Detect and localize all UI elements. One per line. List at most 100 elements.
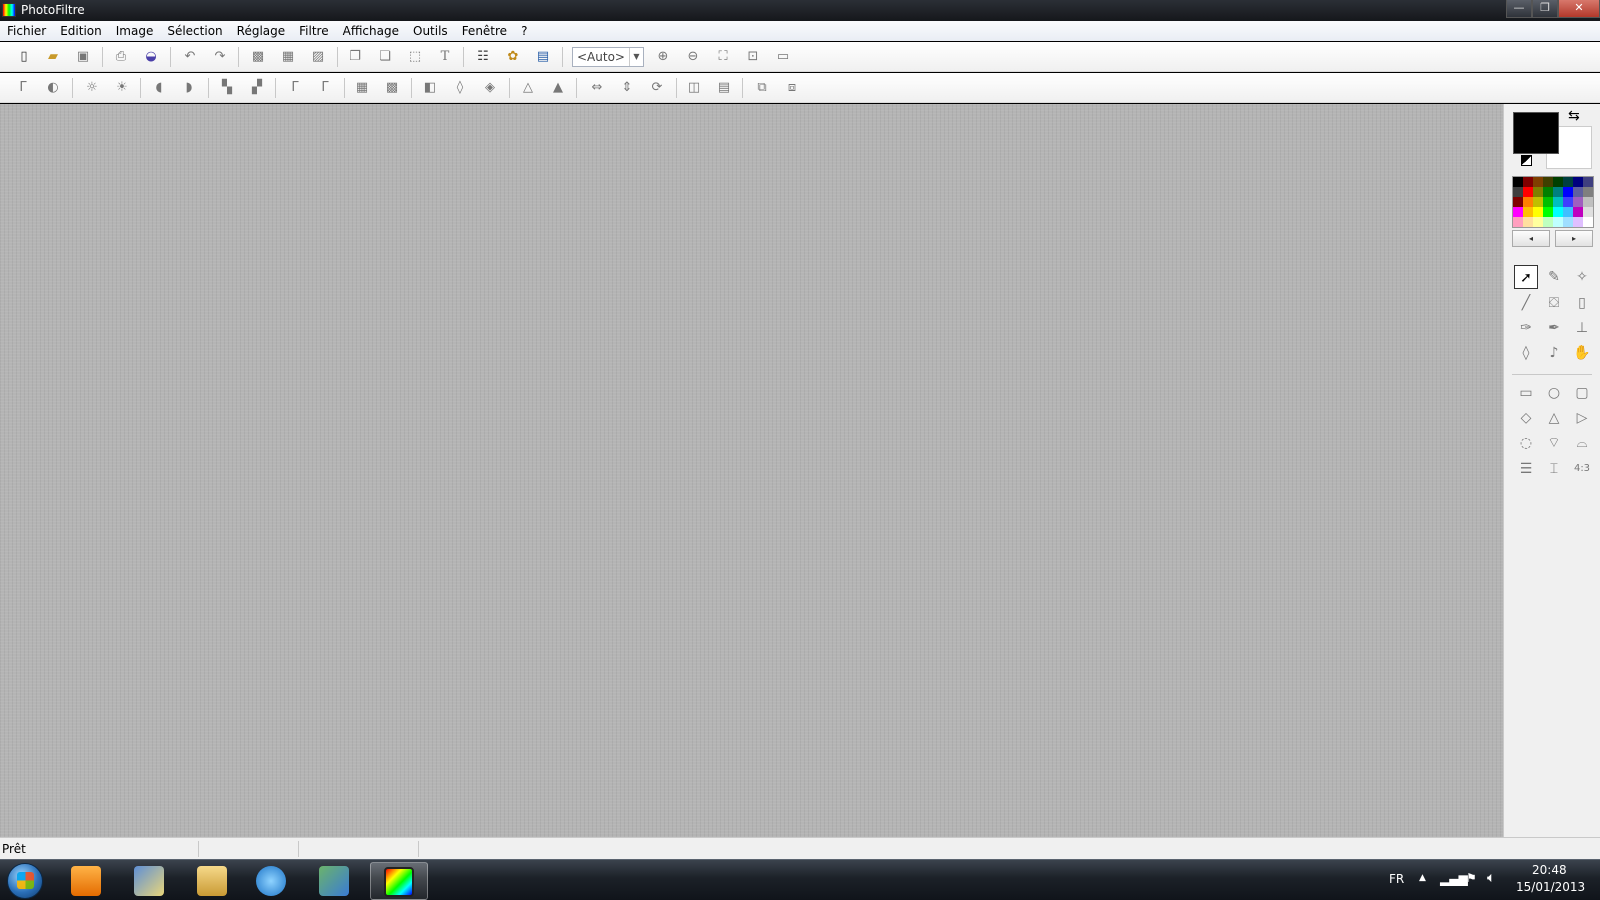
window-icon[interactable]: ▤ [533,47,553,67]
color-picker-icon[interactable]: ✎ [1542,265,1566,289]
sharpen-icon[interactable]: △ [518,78,538,98]
saturation-minus-icon[interactable]: ▚ [217,78,237,98]
open-shape-icon[interactable]: ⌓ [1570,431,1594,455]
taskbar-photofiltre[interactable] [370,862,428,900]
foreground-color-swatch[interactable] [1513,112,1559,154]
diamond-shape-icon[interactable]: ◇ [1514,406,1538,430]
action-center-icon[interactable]: ⚑ [1466,871,1477,885]
clone-stamp-icon[interactable]: ⊥ [1570,316,1594,340]
contrast-plus-icon[interactable]: ◗ [179,78,199,98]
invert-icon[interactable]: ◧ [420,78,440,98]
advanced-brush-icon[interactable]: ✒ [1542,316,1566,340]
maximize-button[interactable]: ❐ [1532,0,1558,18]
rounded-rect-shape-icon[interactable]: ▢ [1570,381,1594,405]
menu-filtre[interactable]: Filtre [294,24,333,38]
actual-size-icon[interactable]: ⊡ [743,47,763,67]
triangle-shape-icon[interactable]: △ [1542,406,1566,430]
fit-icon[interactable]: ⛶ [713,47,733,67]
clock-time[interactable]: 20:48 [1532,863,1567,877]
palette-swatch[interactable] [1573,207,1583,217]
palette-swatch[interactable] [1583,187,1593,197]
magic-wand-icon[interactable]: ✧ [1570,265,1594,289]
palette-swatch[interactable] [1543,197,1553,207]
menu-reglage[interactable]: Réglage [232,24,291,38]
taskbar-file-explorer[interactable] [184,862,242,900]
pattern-icon[interactable]: ▦ [278,47,298,67]
chevron-down-icon[interactable]: ▼ [629,48,643,66]
menu-image[interactable]: Image [111,24,159,38]
palette-swatch[interactable] [1543,177,1553,187]
palette-swatch[interactable] [1563,177,1573,187]
palette-swatch[interactable] [1513,197,1523,207]
palette-swatch[interactable] [1573,177,1583,187]
select-arrow-icon[interactable]: ➚ [1514,265,1538,289]
volume-icon[interactable]: 🔈︎ [1487,870,1495,886]
taskbar-media-player[interactable] [58,862,116,900]
gamma-plus-icon[interactable]: Γ [315,78,335,98]
palette-swatch[interactable] [1523,197,1533,207]
grayscale-icon[interactable]: ▦ [352,78,372,98]
taskbar-photo-gallery[interactable] [121,862,179,900]
palette-swatch[interactable] [1543,207,1553,217]
brightness-minus-icon[interactable]: ☼ [82,78,102,98]
crop-icon[interactable]: ⬚ [405,47,425,67]
palette-swatch[interactable] [1583,197,1593,207]
palette-swatch[interactable] [1553,217,1563,227]
polygon-lasso-icon[interactable]: ⌔ [1542,431,1566,455]
menu-affichage[interactable]: Affichage [338,24,404,38]
start-button[interactable] [7,863,43,899]
mask-icon[interactable]: ⧈ [782,78,802,98]
menu-edition[interactable]: Edition [55,24,107,38]
palette-swatch[interactable] [1573,187,1583,197]
taskbar-network-users[interactable] [306,862,364,900]
print-icon[interactable]: ⎙ [111,47,131,67]
palette-swatch[interactable] [1553,197,1563,207]
palette-swatch[interactable] [1523,187,1533,197]
save-icon[interactable]: ▣ [73,47,93,67]
arrow-shape-icon[interactable]: ▷ [1570,406,1594,430]
canvas-size-icon[interactable]: ▤ [714,78,734,98]
flip-vertical-icon[interactable]: ⇕ [617,78,637,98]
palette-swatch[interactable] [1513,187,1523,197]
palette-swatch[interactable] [1513,217,1523,227]
text-icon[interactable]: T [435,47,455,67]
gamma-minus-icon[interactable]: Γ [285,78,305,98]
palette-swatch[interactable] [1573,197,1583,207]
new-icon[interactable]: ▯ [14,47,34,67]
selection-all-icon[interactable]: ☰ [1514,457,1538,481]
smudge-icon[interactable]: ♪ [1542,341,1566,365]
palette-swatch[interactable] [1553,177,1563,187]
palette-swatch[interactable] [1563,207,1573,217]
workspace-area[interactable] [0,104,1503,837]
menu-outils[interactable]: Outils [408,24,453,38]
palette-swatch[interactable] [1513,207,1523,217]
plugin-icon[interactable]: ✿ [503,47,523,67]
palette-next-button[interactable]: ▸ [1555,230,1593,247]
paste-icon[interactable]: ❏ [375,47,395,67]
selection-text-icon[interactable]: ⌶ [1542,457,1566,481]
palette-swatch[interactable] [1533,187,1543,197]
palette-swatch[interactable] [1583,217,1593,227]
open-icon[interactable]: ▰ [43,47,63,67]
blur-more-icon[interactable]: ◈ [480,78,500,98]
color-palette[interactable] [1512,176,1594,228]
zoom-select[interactable]: <Auto> ▼ [572,47,644,67]
language-indicator[interactable]: FR [1389,872,1404,886]
undo-icon[interactable]: ↶ [180,47,200,67]
blur-icon[interactable]: ◊ [450,78,470,98]
flip-horizontal-icon[interactable]: ⇔ [587,78,607,98]
minimize-button[interactable]: — [1506,0,1532,18]
zoom-out-icon[interactable]: ⊖ [683,47,703,67]
palette-swatch[interactable] [1523,217,1533,227]
contrast-minus-icon[interactable]: ◖ [149,78,169,98]
auto-level-icon[interactable]: Γ [13,78,33,98]
hand-icon[interactable]: ✋ [1570,341,1594,365]
palette-swatch[interactable] [1533,207,1543,217]
ellipse-shape-icon[interactable]: ○ [1542,381,1566,405]
copy-icon[interactable]: ❐ [345,47,365,67]
show-hidden-icons-icon[interactable]: ▲ [1419,873,1426,883]
palette-swatch[interactable] [1583,177,1593,187]
auto-contrast-icon[interactable]: ◐ [43,78,63,98]
taskbar-internet-explorer[interactable] [243,862,301,900]
menu-selection[interactable]: Sélection [162,24,227,38]
